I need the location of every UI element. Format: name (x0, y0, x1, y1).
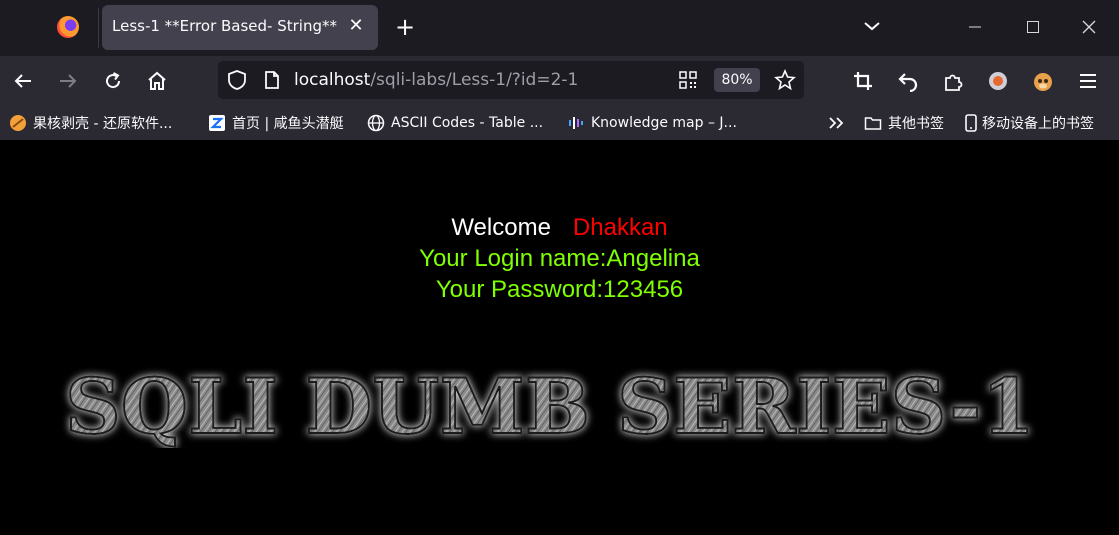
url-text[interactable]: localhost/sqli-labs/Less-1/?id=2-1 (294, 70, 578, 90)
bookmark-item[interactable]: 果核剥壳 - 还原软件... (9, 112, 172, 134)
crop-icon (854, 72, 872, 90)
minimize-icon (969, 26, 981, 28)
extensions-button[interactable] (939, 67, 967, 95)
mobile-device-icon (965, 114, 977, 132)
new-tab-button[interactable]: + (392, 14, 418, 40)
globe-icon (367, 114, 385, 132)
sqli-dumb-series-banner: SQLI DUMB SERIES-1 (64, 366, 1036, 448)
folder-icon (864, 117, 882, 130)
welcome-message: Welcome Dhakkan (0, 212, 1119, 243)
maximize-icon (1027, 21, 1039, 33)
welcome-text: Welcome (451, 214, 551, 241)
forward-button[interactable] (54, 67, 82, 95)
maximize-button[interactable] (1020, 14, 1046, 40)
bookmarks-toolbar: 果核剥壳 - 还原软件... 首页 | 咸鱼头潜艇 ASCII Codes - … (0, 106, 1119, 140)
bookmark-label: 首页 | 咸鱼头潜艇 (232, 116, 344, 132)
other-bookmarks-label: 其他书签 (888, 116, 944, 132)
double-chevron-right-icon (829, 117, 844, 129)
chevron-down-icon (864, 22, 880, 31)
bookmarks-overflow-button[interactable] (827, 112, 847, 134)
puzzle-icon (945, 74, 963, 91)
home-icon (148, 71, 166, 90)
tab-bar: Less-1 **Error Based- String** ✕ + (0, 0, 1119, 56)
address-bar[interactable]: localhost/sqli-labs/Less-1/?id=2-1 80% (218, 61, 804, 99)
close-icon (1082, 20, 1096, 34)
knowledge-icon (569, 117, 583, 129)
zoom-level-button[interactable]: 80% (714, 68, 760, 92)
bookmark-label: 果核剥壳 - 还原软件... (33, 116, 173, 132)
page-icon[interactable] (262, 70, 282, 90)
active-tab[interactable]: Less-1 **Error Based- String** ✕ (102, 5, 378, 50)
firefox-logo-icon[interactable] (57, 16, 79, 38)
crop-tool-button[interactable] (849, 67, 877, 95)
list-all-tabs-button[interactable] (860, 14, 884, 38)
url-host: localhost (294, 70, 371, 90)
banner-text: SQLI DUMB SERIES-1 (65, 366, 1035, 448)
back-arrow-icon (14, 74, 31, 88)
page-content: Welcome Dhakkan Your Login name:Angelina … (0, 140, 1119, 535)
login-name-text: Your Login name:Angelina (419, 245, 700, 272)
shield-icon[interactable] (226, 69, 248, 91)
minimize-button[interactable] (962, 14, 988, 40)
mobile-bookmarks-label: 移动设备上的书签 (982, 116, 1094, 132)
welcome-name: Dhakkan (572, 214, 668, 241)
reload-button[interactable] (99, 67, 127, 95)
monkey-icon (1034, 73, 1052, 91)
extension-monkey-button[interactable] (1029, 67, 1057, 95)
guohe-icon (10, 115, 26, 131)
navigation-toolbar: localhost/sqli-labs/Less-1/?id=2-1 80% (0, 56, 1119, 106)
hamburger-menu-icon (1080, 74, 1096, 88)
bookmark-item[interactable]: 首页 | 咸鱼头潜艇 (208, 112, 344, 134)
bookmark-label: Knowledge map – J... (591, 115, 737, 131)
reload-icon (106, 72, 121, 89)
home-button[interactable] (143, 67, 171, 95)
other-bookmarks-folder[interactable]: 其他书签 (864, 112, 944, 134)
app-menu-button[interactable] (1074, 67, 1102, 95)
extension-orange-button[interactable] (984, 67, 1012, 95)
orange-dot-icon (989, 72, 1007, 90)
bookmark-item[interactable]: Knowledge map – J... (567, 112, 737, 134)
bookmark-item[interactable]: ASCII Codes - Table ... (367, 112, 543, 134)
qr-code-icon[interactable] (678, 70, 698, 90)
tab-close-icon[interactable]: ✕ (344, 14, 368, 38)
close-window-button[interactable] (1076, 14, 1102, 40)
url-path: /sqli-labs/Less-1/?id=2-1 (370, 70, 579, 90)
tab-separator (98, 8, 99, 48)
bookmark-label: ASCII Codes - Table ... (391, 115, 544, 131)
undo-button[interactable] (894, 67, 922, 95)
tab-title: Less-1 **Error Based- String** (112, 17, 337, 35)
zhihu-icon (209, 115, 225, 131)
undo-arrow-icon (898, 73, 918, 92)
forward-arrow-icon (60, 74, 77, 88)
bookmark-star-icon[interactable] (774, 69, 796, 91)
mobile-bookmarks-folder[interactable]: 移动设备上的书签 (964, 112, 1094, 134)
back-button[interactable] (9, 67, 37, 95)
password-text: Your Password:123456 (435, 276, 684, 303)
